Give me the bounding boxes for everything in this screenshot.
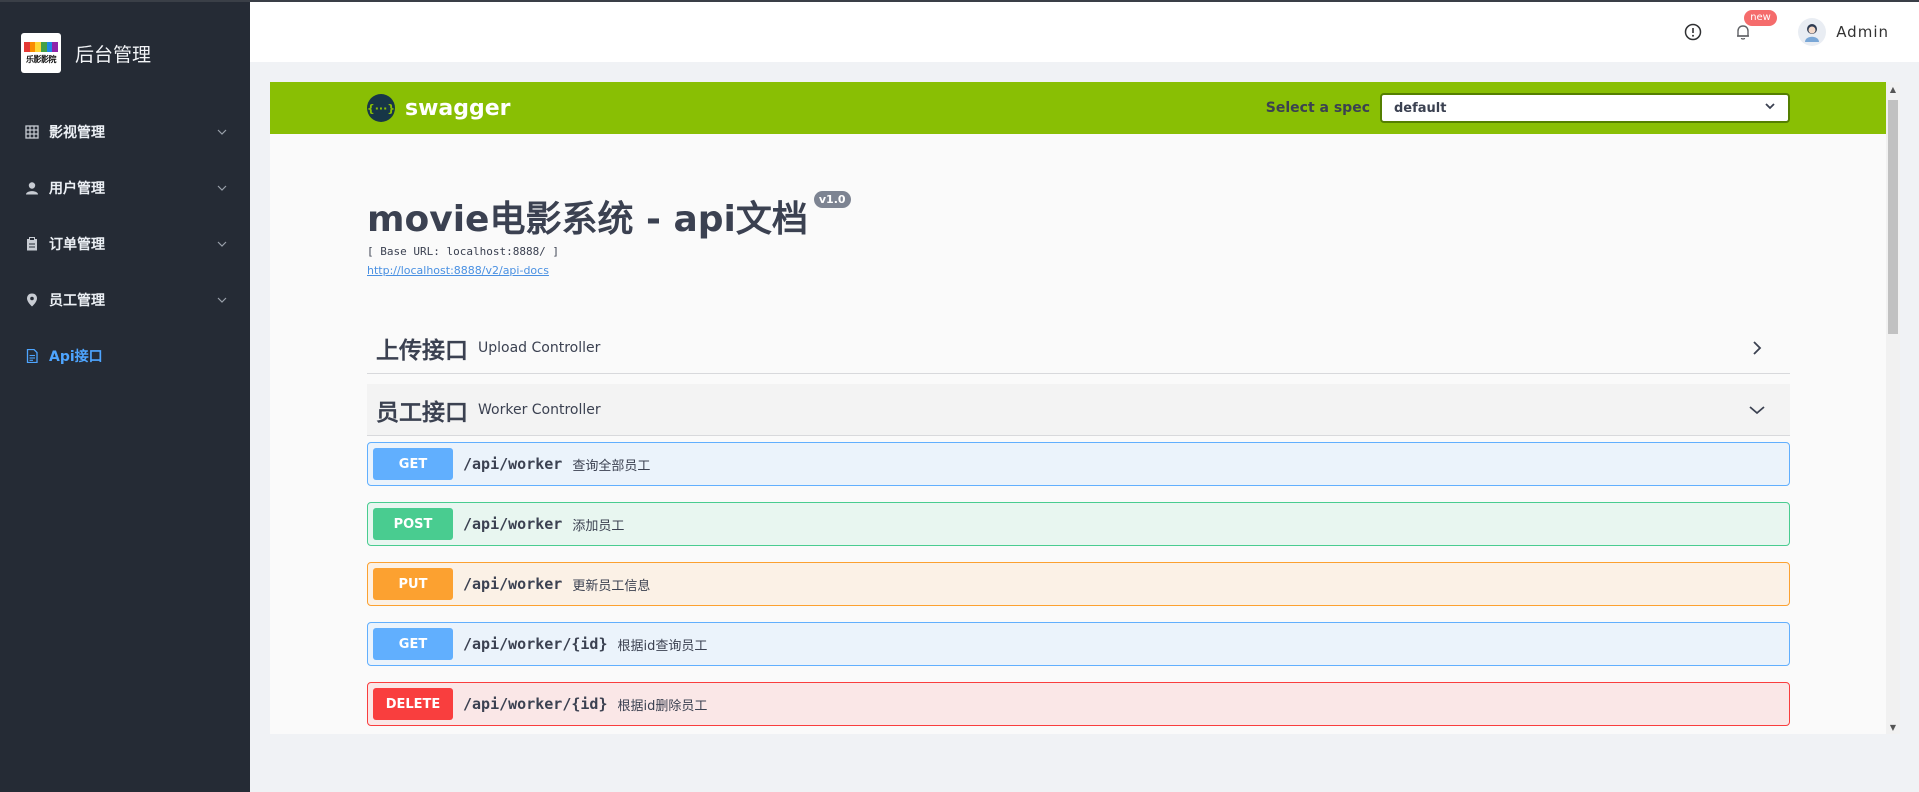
sidebar-item-api[interactable]: Api接口 <box>0 328 250 384</box>
method-badge: GET <box>373 448 453 480</box>
sidebar-item-label: Api接口 <box>49 349 103 365</box>
chevron-down-icon <box>216 294 228 306</box>
notification-badge: new <box>1744 10 1777 26</box>
spec-label: Select a spec <box>1265 100 1370 116</box>
logo-text: 乐影影院 <box>26 54 57 64</box>
scroll-up-arrow-icon[interactable]: ▲ <box>1886 82 1900 96</box>
swagger-logo[interactable]: {···} swagger <box>367 94 511 122</box>
operation-summary: 根据id删除员工 <box>617 698 708 714</box>
api-title-row: movie电影系统 - api文档 v1.0 <box>367 190 1886 242</box>
scroll-down-arrow-icon[interactable]: ▼ <box>1886 720 1900 734</box>
sidebar-menu: 影视管理 用户管理 订单管理 员工管理 Api接口 <box>0 104 250 384</box>
top-header: new Admin <box>250 2 1919 62</box>
operation-path: /api/worker <box>463 455 563 473</box>
operation-row[interactable]: DELETE /api/worker/{id} 根据id删除员工 <box>367 682 1790 726</box>
logo-stripe <box>24 41 59 52</box>
chevron-down-icon <box>1764 100 1776 116</box>
chevron-down-icon <box>216 126 228 138</box>
swagger-frame: {···} swagger Select a spec default movi… <box>270 82 1886 734</box>
location-icon <box>24 292 40 308</box>
swagger-logo-icon: {···} <box>367 94 395 122</box>
operation-path: /api/worker <box>463 515 563 533</box>
api-info: movie电影系统 - api文档 v1.0 [ Base URL: local… <box>270 134 1886 278</box>
tag-worker-controller[interactable]: 员工接口 Worker Controller <box>367 384 1790 436</box>
version-badge: v1.0 <box>813 191 851 208</box>
operation-path: /api/worker/{id} <box>463 695 608 713</box>
operations-list: GET /api/worker 查询全部员工 POST /api/worker … <box>367 442 1790 726</box>
scrollbar-thumb[interactable] <box>1888 100 1898 334</box>
tag-description: Worker Controller <box>478 401 601 418</box>
grid-icon <box>24 124 40 140</box>
tag-upload-controller[interactable]: 上传接口 Upload Controller <box>367 322 1790 374</box>
sidebar-item-worker-management[interactable]: 员工管理 <box>0 272 250 328</box>
user-icon <box>24 180 40 196</box>
avatar[interactable] <box>1798 18 1827 46</box>
chevron-down-icon <box>216 238 228 250</box>
swagger-topbar: {···} swagger Select a spec default <box>270 82 1886 134</box>
operation-path: /api/worker <box>463 575 563 593</box>
brand[interactable]: 乐影影院 后台管理 <box>0 2 250 104</box>
page-title: movie电影系统 - api文档 <box>367 199 808 240</box>
swagger-brand-text: swagger <box>405 95 511 121</box>
sidebar-item-order-management[interactable]: 订单管理 <box>0 216 250 272</box>
tag-list: 上传接口 Upload Controller 员工接口 Worker Contr… <box>367 322 1790 726</box>
sidebar-item-label: 员工管理 <box>49 293 105 309</box>
tag-description: Upload Controller <box>478 339 601 356</box>
operation-summary: 查询全部员工 <box>572 458 651 474</box>
clipboard-icon <box>24 236 40 252</box>
frame-scrollbar[interactable]: ▲ ▼ <box>1886 82 1900 734</box>
spec-select[interactable]: default <box>1380 93 1790 123</box>
chevron-down-icon <box>216 182 228 194</box>
operation-path: /api/worker/{id} <box>463 635 608 653</box>
operation-row[interactable]: PUT /api/worker 更新员工信息 <box>367 562 1790 606</box>
method-badge: PUT <box>373 568 453 600</box>
document-icon <box>24 348 40 364</box>
operation-summary: 添加员工 <box>572 518 625 534</box>
base-url: [ Base URL: localhost:8888/ ] <box>367 245 560 258</box>
operation-row[interactable]: GET /api/worker 查询全部员工 <box>367 442 1790 486</box>
chevron-down-icon <box>1748 401 1766 419</box>
operation-summary: 更新员工信息 <box>572 578 651 594</box>
notification-bell-icon[interactable]: new <box>1732 10 1777 43</box>
operation-summary: 根据id查询员工 <box>617 638 708 654</box>
method-badge: DELETE <box>373 688 453 720</box>
operation-row[interactable]: POST /api/worker 添加员工 <box>367 502 1790 546</box>
api-docs-link[interactable]: http://localhost:8888/v2/api-docs <box>367 264 549 277</box>
sidebar-item-movie-management[interactable]: 影视管理 <box>0 104 250 160</box>
method-badge: GET <box>373 628 453 660</box>
app-title: 后台管理 <box>75 43 152 66</box>
method-badge: POST <box>373 508 453 540</box>
sidebar-item-label: 影视管理 <box>49 125 105 141</box>
tag-name: 上传接口 <box>376 337 468 364</box>
spec-select-value: default <box>1394 100 1447 116</box>
sidebar: 乐影影院 后台管理 影视管理 用户管理 订单管理 员工管理 Api接口 <box>0 2 250 792</box>
info-icon[interactable] <box>1682 21 1704 43</box>
logo: 乐影影院 <box>21 33 61 73</box>
username[interactable]: Admin <box>1836 23 1889 41</box>
chevron-right-icon <box>1748 339 1766 357</box>
tag-name: 员工接口 <box>376 399 468 426</box>
sidebar-item-label: 用户管理 <box>49 181 105 197</box>
sidebar-item-label: 订单管理 <box>49 237 105 253</box>
sidebar-item-user-management[interactable]: 用户管理 <box>0 160 250 216</box>
operation-row[interactable]: GET /api/worker/{id} 根据id查询员工 <box>367 622 1790 666</box>
